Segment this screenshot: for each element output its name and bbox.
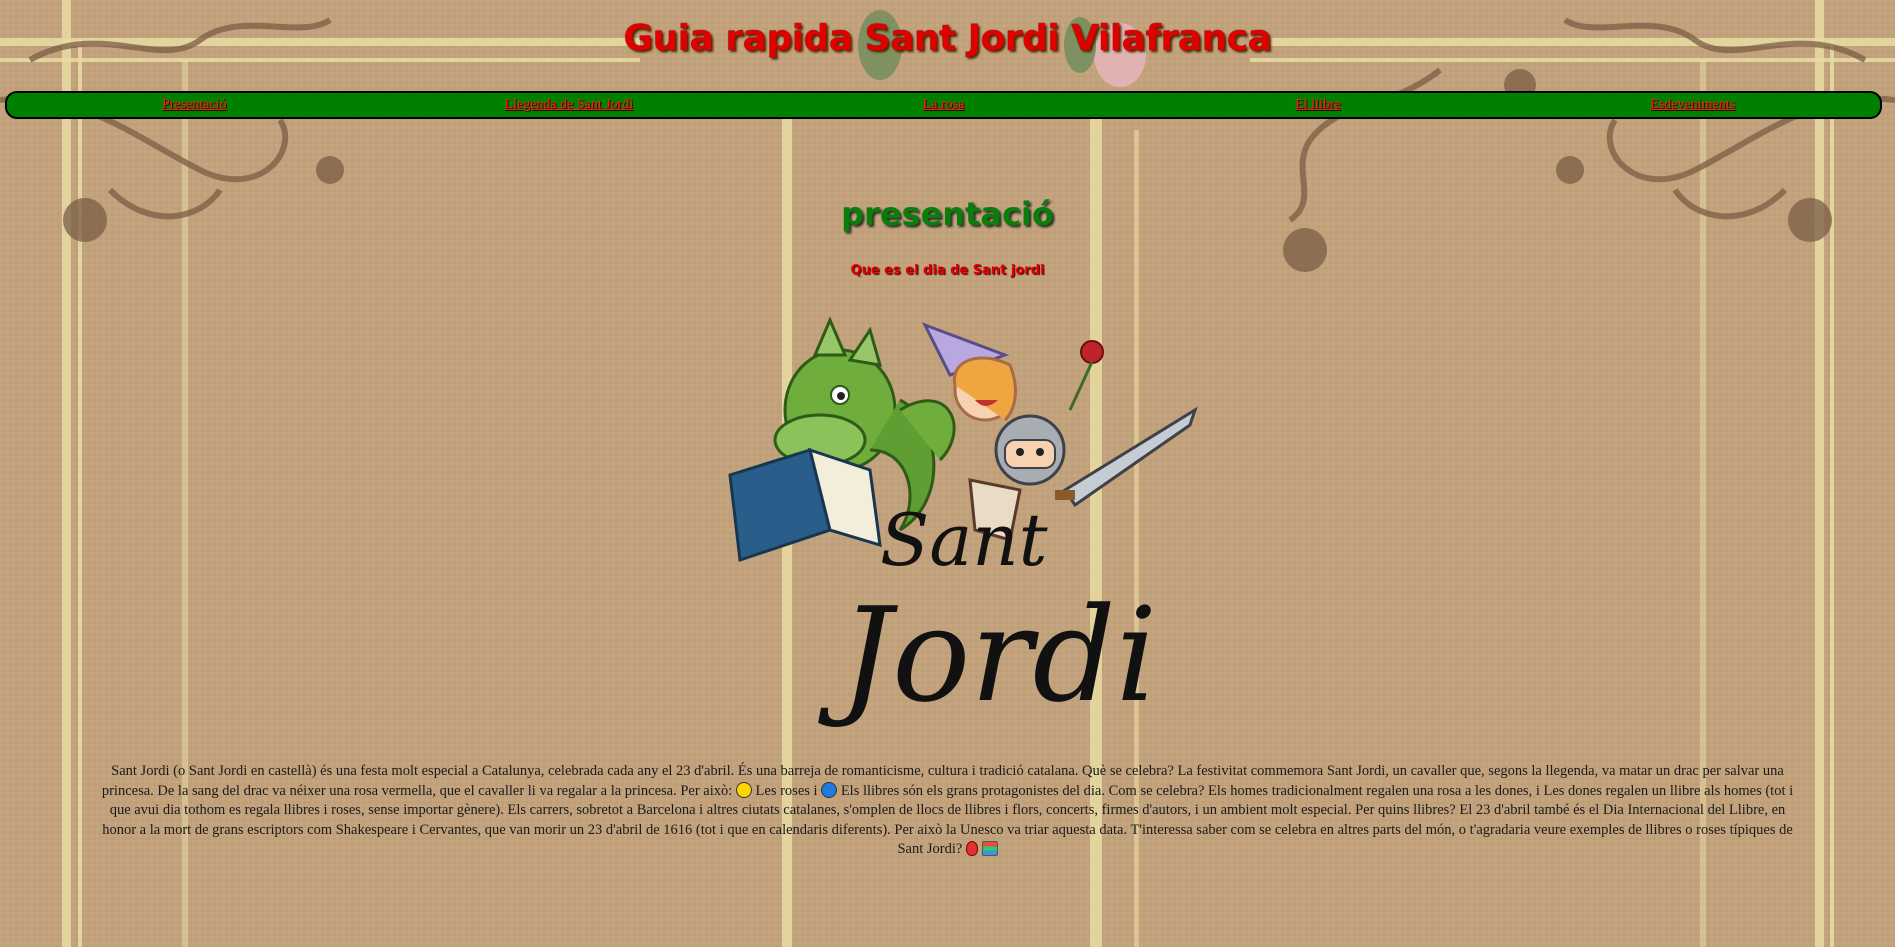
sant-jordi-illustration: Sant Jordi bbox=[720, 300, 1210, 730]
rose-icon bbox=[965, 841, 978, 856]
page: Guia rapida Sant Jordi Vilafranca Presen… bbox=[0, 0, 1895, 947]
svg-text:Jordi: Jordi bbox=[818, 579, 1157, 730]
section-subtitle: Que es el dia de Sant jordi bbox=[850, 263, 1045, 278]
nav-item-esdeveniments[interactable]: Esdeveniments bbox=[1505, 92, 1880, 118]
book-figure bbox=[728, 447, 882, 563]
blue-circle-icon bbox=[821, 781, 838, 798]
books-icon bbox=[981, 841, 998, 856]
nav-item-la-rosa[interactable]: La rosa bbox=[756, 92, 1131, 118]
paragraph-text-part2: Les roses i bbox=[751, 782, 822, 799]
nav-item-el-llibre[interactable]: El llibre bbox=[1131, 92, 1506, 118]
section-title: presentació bbox=[841, 195, 1054, 233]
main-navigation: Presentació Llegenda de Sant Jordi La ro… bbox=[5, 91, 1882, 119]
princess-figure bbox=[921, 322, 1104, 422]
presentation-paragraph: Sant Jordi (o Sant Jordi en castellà) és… bbox=[100, 762, 1795, 860]
yellow-circle-icon bbox=[735, 781, 752, 798]
nav-item-presentacio[interactable]: Presentació bbox=[7, 92, 382, 118]
site-title: Guia rapida Sant Jordi Vilafranca bbox=[623, 18, 1272, 59]
svg-text:Sant: Sant bbox=[880, 498, 1049, 582]
nav-item-llegenda[interactable]: Llegenda de Sant Jordi bbox=[382, 92, 757, 118]
